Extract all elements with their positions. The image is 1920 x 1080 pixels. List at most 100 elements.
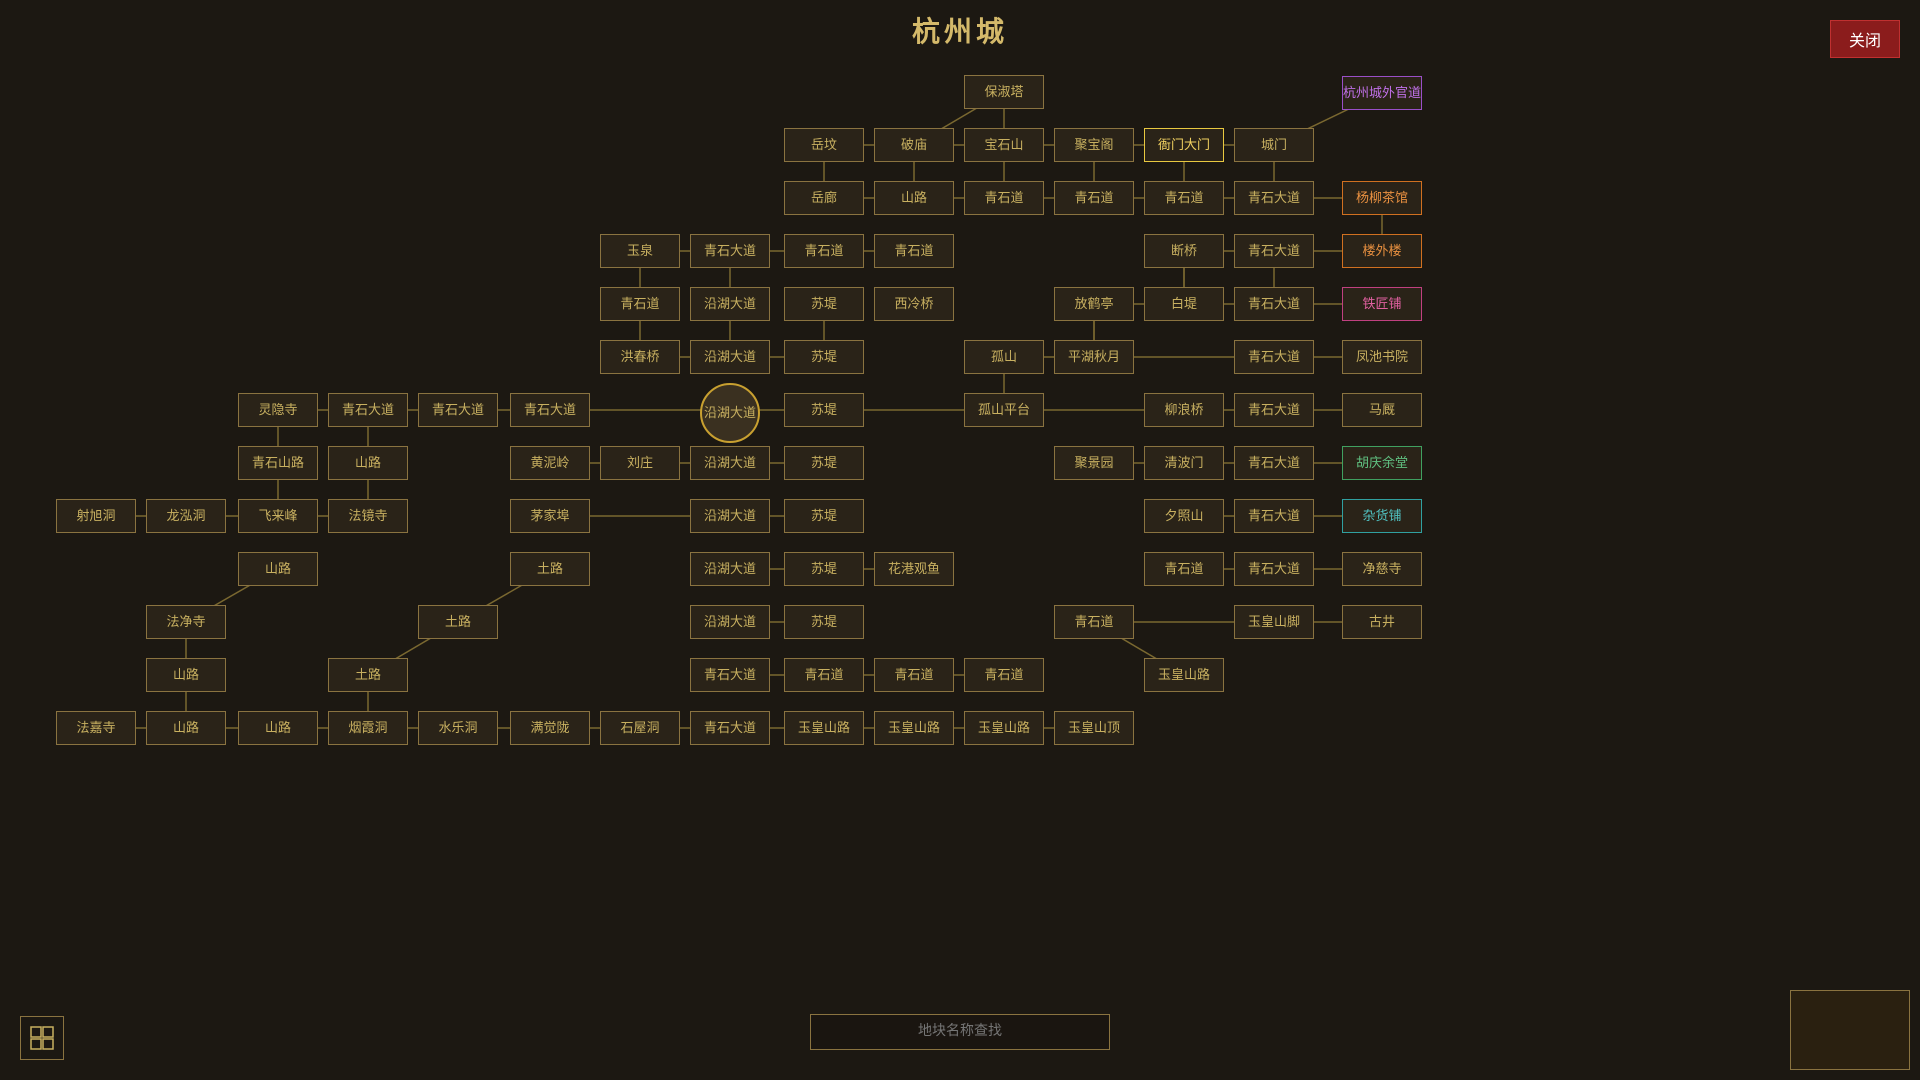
map-node-n26[interactable]: 西冷桥 bbox=[874, 287, 954, 321]
minimap[interactable] bbox=[1790, 990, 1910, 1070]
map-node-n9[interactable]: 岳廊 bbox=[784, 181, 864, 215]
map-node-n11[interactable]: 青石道 bbox=[964, 181, 1044, 215]
map-node-n18[interactable]: 青石道 bbox=[784, 234, 864, 268]
map-node-n22[interactable]: 楼外楼 bbox=[1342, 234, 1422, 268]
map-node-n88[interactable]: 青石道 bbox=[964, 658, 1044, 692]
map-node-n8[interactable]: 城门 bbox=[1234, 128, 1314, 162]
map-node-n101[interactable]: 玉皇山顶 bbox=[1054, 711, 1134, 745]
map-node-n59[interactable]: 龙泓洞 bbox=[146, 499, 226, 533]
map-node-n30[interactable]: 铁匠铺 bbox=[1342, 287, 1422, 321]
map-node-n35[interactable]: 平湖秋月 bbox=[1054, 340, 1134, 374]
map-node-n17[interactable]: 青石大道 bbox=[690, 234, 770, 268]
map-node-n37[interactable]: 凤池书院 bbox=[1342, 340, 1422, 374]
map-node-n71[interactable]: 苏堤 bbox=[784, 552, 864, 586]
map-node-n38[interactable]: 灵隐寺 bbox=[238, 393, 318, 427]
map-node-n20[interactable]: 断桥 bbox=[1144, 234, 1224, 268]
map-node-n19[interactable]: 青石道 bbox=[874, 234, 954, 268]
map-node-n27[interactable]: 放鹤亭 bbox=[1054, 287, 1134, 321]
map-node-n92[interactable]: 山路 bbox=[238, 711, 318, 745]
map-node-n39[interactable]: 青石大道 bbox=[328, 393, 408, 427]
map-icon[interactable] bbox=[20, 1016, 64, 1060]
map-node-n61[interactable]: 法镜寺 bbox=[328, 499, 408, 533]
map-node-n21[interactable]: 青石大道 bbox=[1234, 234, 1314, 268]
map-node-n78[interactable]: 沿湖大道 bbox=[690, 605, 770, 639]
map-node-n75[interactable]: 净慈寺 bbox=[1342, 552, 1422, 586]
map-node-n28[interactable]: 白堤 bbox=[1144, 287, 1224, 321]
map-node-n33[interactable]: 苏堤 bbox=[784, 340, 864, 374]
map-node-n5[interactable]: 宝石山 bbox=[964, 128, 1044, 162]
map-node-n63[interactable]: 沿湖大道 bbox=[690, 499, 770, 533]
map-node-n85[interactable]: 青石大道 bbox=[690, 658, 770, 692]
map-node-n64[interactable]: 苏堤 bbox=[784, 499, 864, 533]
map-node-n58[interactable]: 射旭洞 bbox=[56, 499, 136, 533]
map-node-n15[interactable]: 杨柳茶馆 bbox=[1342, 181, 1422, 215]
map-node-n2[interactable]: 杭州城外官道 bbox=[1342, 76, 1422, 110]
map-node-n95[interactable]: 满觉陇 bbox=[510, 711, 590, 745]
map-node-n46[interactable]: 青石大道 bbox=[1234, 393, 1314, 427]
map-node-n44[interactable]: 孤山平台 bbox=[964, 393, 1044, 427]
map-node-n47[interactable]: 马厩 bbox=[1342, 393, 1422, 427]
map-node-n54[interactable]: 聚景园 bbox=[1054, 446, 1134, 480]
map-node-n99[interactable]: 玉皇山路 bbox=[874, 711, 954, 745]
map-node-n68[interactable]: 山路 bbox=[238, 552, 318, 586]
map-node-n4[interactable]: 破庙 bbox=[874, 128, 954, 162]
map-node-n72[interactable]: 花港观鱼 bbox=[874, 552, 954, 586]
map-node-n67[interactable]: 杂货铺 bbox=[1342, 499, 1422, 533]
map-node-n12[interactable]: 青石道 bbox=[1054, 181, 1134, 215]
map-node-n97[interactable]: 青石大道 bbox=[690, 711, 770, 745]
map-node-n10[interactable]: 山路 bbox=[874, 181, 954, 215]
map-node-n91[interactable]: 山路 bbox=[146, 711, 226, 745]
map-node-n42[interactable]: 沿湖大道 bbox=[700, 383, 760, 443]
map-node-n16[interactable]: 玉泉 bbox=[600, 234, 680, 268]
map-node-n49[interactable]: 山路 bbox=[328, 446, 408, 480]
map-node-n50[interactable]: 黄泥岭 bbox=[510, 446, 590, 480]
map-node-n57[interactable]: 胡庆余堂 bbox=[1342, 446, 1422, 480]
map-node-n74[interactable]: 青石大道 bbox=[1234, 552, 1314, 586]
map-node-n98[interactable]: 玉皇山路 bbox=[784, 711, 864, 745]
map-node-n45[interactable]: 柳浪桥 bbox=[1144, 393, 1224, 427]
map-node-n90[interactable]: 法嘉寺 bbox=[56, 711, 136, 745]
map-node-n52[interactable]: 沿湖大道 bbox=[690, 446, 770, 480]
map-node-n3[interactable]: 岳坟 bbox=[784, 128, 864, 162]
map-node-n82[interactable]: 古井 bbox=[1342, 605, 1422, 639]
map-node-n53[interactable]: 苏堤 bbox=[784, 446, 864, 480]
map-node-n13[interactable]: 青石道 bbox=[1144, 181, 1224, 215]
map-node-n6[interactable]: 聚宝阁 bbox=[1054, 128, 1134, 162]
map-node-n100[interactable]: 玉皇山路 bbox=[964, 711, 1044, 745]
map-node-n43[interactable]: 苏堤 bbox=[784, 393, 864, 427]
map-node-n56[interactable]: 青石大道 bbox=[1234, 446, 1314, 480]
map-node-n84[interactable]: 土路 bbox=[328, 658, 408, 692]
map-node-n87[interactable]: 青石道 bbox=[874, 658, 954, 692]
map-node-n60[interactable]: 飞来峰 bbox=[238, 499, 318, 533]
map-node-n62[interactable]: 茅家埠 bbox=[510, 499, 590, 533]
map-node-n29[interactable]: 青石大道 bbox=[1234, 287, 1314, 321]
map-node-n94[interactable]: 水乐洞 bbox=[418, 711, 498, 745]
map-node-n69[interactable]: 土路 bbox=[510, 552, 590, 586]
map-node-n1[interactable]: 保淑塔 bbox=[964, 75, 1044, 109]
map-node-n81[interactable]: 玉皇山脚 bbox=[1234, 605, 1314, 639]
map-node-n41[interactable]: 青石大道 bbox=[510, 393, 590, 427]
map-node-n96[interactable]: 石屋洞 bbox=[600, 711, 680, 745]
map-node-n83[interactable]: 山路 bbox=[146, 658, 226, 692]
map-node-n77[interactable]: 土路 bbox=[418, 605, 498, 639]
map-node-n14[interactable]: 青石大道 bbox=[1234, 181, 1314, 215]
map-node-n51[interactable]: 刘庄 bbox=[600, 446, 680, 480]
map-node-n65[interactable]: 夕照山 bbox=[1144, 499, 1224, 533]
map-node-n89[interactable]: 玉皇山路 bbox=[1144, 658, 1224, 692]
map-node-n34[interactable]: 孤山 bbox=[964, 340, 1044, 374]
map-node-n80[interactable]: 青石道 bbox=[1054, 605, 1134, 639]
map-node-n7[interactable]: 衙门大门 bbox=[1144, 128, 1224, 162]
map-node-n76[interactable]: 法净寺 bbox=[146, 605, 226, 639]
map-node-n25[interactable]: 苏堤 bbox=[784, 287, 864, 321]
map-node-n24[interactable]: 沿湖大道 bbox=[690, 287, 770, 321]
map-node-n70[interactable]: 沿湖大道 bbox=[690, 552, 770, 586]
map-node-n79[interactable]: 苏堤 bbox=[784, 605, 864, 639]
map-node-n55[interactable]: 清波门 bbox=[1144, 446, 1224, 480]
map-node-n40[interactable]: 青石大道 bbox=[418, 393, 498, 427]
map-node-n31[interactable]: 洪春桥 bbox=[600, 340, 680, 374]
map-node-n86[interactable]: 青石道 bbox=[784, 658, 864, 692]
map-node-n66[interactable]: 青石大道 bbox=[1234, 499, 1314, 533]
map-node-n48[interactable]: 青石山路 bbox=[238, 446, 318, 480]
map-node-n32[interactable]: 沿湖大道 bbox=[690, 340, 770, 374]
map-node-n23[interactable]: 青石道 bbox=[600, 287, 680, 321]
